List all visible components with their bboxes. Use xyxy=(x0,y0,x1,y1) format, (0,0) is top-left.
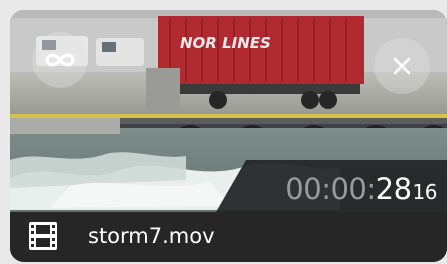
film-icon xyxy=(29,222,57,250)
timecode-prefix: 00:00: xyxy=(285,172,376,206)
container-text: NOR LINES xyxy=(180,34,271,52)
clip-filename: storm7.mov xyxy=(88,224,215,248)
loop-button[interactable] xyxy=(32,32,88,88)
close-icon xyxy=(393,57,411,75)
media-clip-card[interactable]: NOR LINES 00:00:2816 storm7.mov xyxy=(10,10,447,262)
timecode-display: 00:00:2816 xyxy=(285,172,437,206)
clip-footer: storm7.mov xyxy=(10,212,447,262)
timecode-seconds: 28 xyxy=(375,172,412,206)
close-button[interactable] xyxy=(374,38,430,94)
timecode-frames: 16 xyxy=(412,180,438,204)
loop-icon xyxy=(45,53,75,67)
